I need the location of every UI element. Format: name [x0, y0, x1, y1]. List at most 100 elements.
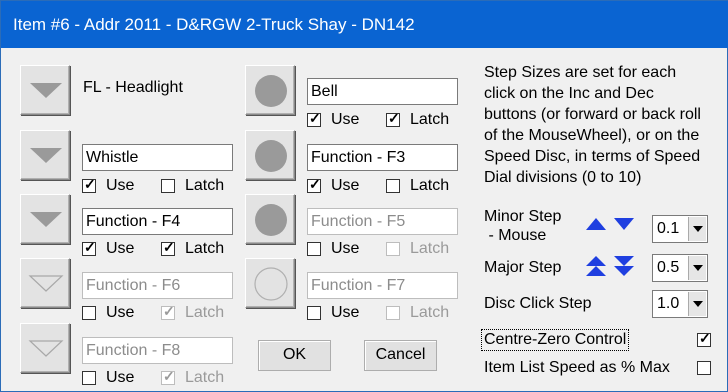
- chevron-down-icon: [693, 301, 703, 307]
- checkmark-icon: ✓: [84, 239, 96, 255]
- use-checkbox-f2[interactable]: ✓: [82, 176, 96, 193]
- chevron-down-icon: [693, 226, 703, 232]
- checkmark-icon: ✓: [309, 110, 321, 126]
- ok-button[interactable]: OK: [258, 340, 331, 371]
- major-step-value: 0.5: [657, 259, 680, 276]
- latch-checkbox-f7[interactable]: [386, 306, 400, 320]
- triangle-down-icon: [28, 275, 64, 292]
- step-sizes-description: Step Sizes are set for each click on the…: [484, 62, 701, 188]
- checkmark-icon: ✓: [309, 176, 321, 192]
- description-line: click on the Inc and Dec: [484, 85, 654, 102]
- use-checkbox-f4[interactable]: ✓: [82, 239, 96, 256]
- circle-icon: [255, 140, 287, 172]
- use-label-f3: Use: [331, 177, 360, 194]
- use-checkbox-f1[interactable]: ✓: [307, 110, 321, 127]
- function-name-field-f7[interactable]: Function - F7: [307, 272, 458, 299]
- triangle-down-icon: [30, 83, 62, 98]
- checkmark-icon: ✓: [699, 330, 711, 346]
- latch-label-f5: Latch: [410, 240, 450, 257]
- function-button-f8[interactable]: [20, 323, 70, 373]
- description-line: Step Sizes are set for each: [484, 64, 677, 81]
- double-arrow-up-icon: [586, 256, 606, 276]
- checkmark-icon: ✓: [163, 303, 175, 319]
- function-button-f3[interactable]: [245, 130, 295, 180]
- dropdown-button[interactable]: [688, 217, 706, 241]
- circle-icon: [255, 204, 287, 236]
- latch-label-f8: Latch: [185, 369, 225, 386]
- function-name-field-f3[interactable]: Function - F3: [307, 144, 458, 171]
- latch-label-f1: Latch: [410, 111, 450, 128]
- use-label-f1: Use: [331, 111, 360, 128]
- function-button-f5[interactable]: [245, 194, 295, 244]
- use-checkbox-f7[interactable]: [307, 306, 321, 320]
- use-label-f7: Use: [331, 304, 360, 321]
- latch-label-f4: Latch: [185, 240, 225, 257]
- latch-label-f7: Latch: [410, 304, 450, 321]
- cancel-button[interactable]: Cancel: [364, 340, 437, 371]
- function-button-f7[interactable]: [245, 258, 295, 308]
- arrow-down-icon: [614, 218, 634, 230]
- use-checkbox-f3[interactable]: ✓: [307, 176, 321, 193]
- latch-label-f3: Latch: [410, 177, 450, 194]
- major-step-select[interactable]: 0.5: [652, 254, 708, 282]
- latch-checkbox-f5[interactable]: [386, 242, 400, 256]
- centre-zero-control-label: Centre-Zero Control: [481, 329, 630, 351]
- double-arrow-down-icon: [614, 256, 634, 276]
- triangle-down-icon: [30, 148, 62, 163]
- latch-label-f2: Latch: [185, 177, 225, 194]
- minor-step-sublabel: - Mouse: [484, 227, 547, 244]
- item-list-speed-label: Item List Speed as % Max: [484, 359, 670, 376]
- latch-checkbox-f6[interactable]: ✓: [161, 303, 175, 320]
- dropdown-button[interactable]: [688, 292, 706, 316]
- checkmark-icon: ✓: [388, 110, 400, 126]
- triangle-down-icon: [28, 340, 64, 357]
- use-checkbox-f8[interactable]: [82, 371, 96, 385]
- disc-click-step-value: 1.0: [657, 295, 680, 312]
- arrow-up-icon: [586, 218, 606, 230]
- use-checkbox-f5[interactable]: [307, 242, 321, 256]
- latch-checkbox-f4[interactable]: ✓: [161, 239, 175, 256]
- latch-checkbox-f2[interactable]: [161, 179, 175, 193]
- checkmark-icon: ✓: [163, 239, 175, 255]
- function-name-field-f8[interactable]: Function - F8: [82, 337, 233, 364]
- function-button-f4[interactable]: [20, 194, 70, 244]
- function-label-f0: FL - Headlight: [83, 79, 183, 96]
- dropdown-button[interactable]: [688, 256, 706, 280]
- disc-click-step-label: Disc Click Step: [484, 295, 592, 312]
- minor-step-select[interactable]: 0.1: [652, 215, 708, 243]
- checkmark-icon: ✓: [163, 368, 175, 384]
- centre-zero-control-checkbox[interactable]: ✓: [697, 330, 711, 347]
- function-button-f1[interactable]: [245, 65, 295, 115]
- function-button-f2[interactable]: [20, 130, 70, 180]
- chevron-down-icon: [693, 265, 703, 271]
- use-label-f4: Use: [106, 240, 135, 257]
- function-name-field-f4[interactable]: Function - F4: [82, 208, 233, 235]
- circle-icon: [255, 75, 287, 107]
- use-label-f2: Use: [106, 177, 135, 194]
- major-step-label: Major Step: [484, 259, 562, 276]
- latch-checkbox-f3[interactable]: [386, 179, 400, 193]
- latch-checkbox-f1[interactable]: ✓: [386, 110, 400, 127]
- item-list-speed-checkbox[interactable]: [697, 361, 711, 375]
- function-name-field-f2[interactable]: Whistle: [82, 144, 233, 171]
- description-line: Dial divisions (0 to 10): [484, 169, 642, 186]
- function-button-f0[interactable]: [20, 65, 70, 115]
- function-name-field-f1[interactable]: Bell: [307, 78, 458, 105]
- use-label-f6: Use: [106, 304, 135, 321]
- function-name-field-f6[interactable]: Function - F6: [82, 272, 233, 299]
- disc-click-step-select[interactable]: 1.0: [652, 290, 708, 318]
- minor-step-label: Minor Step: [484, 208, 562, 225]
- minor-step-value: 0.1: [657, 220, 680, 237]
- circle-icon: [254, 267, 288, 301]
- function-name-field-f5[interactable]: Function - F5: [307, 208, 458, 235]
- triangle-down-icon: [30, 212, 62, 227]
- function-button-f6[interactable]: [20, 258, 70, 308]
- description-line: of the MouseWheel), or on the: [484, 127, 700, 144]
- description-line: buttons (or forward or back roll: [484, 106, 701, 123]
- latch-checkbox-f8[interactable]: ✓: [161, 368, 175, 385]
- description-line: Speed Disc, in terms of Speed: [484, 148, 701, 165]
- use-checkbox-f6[interactable]: [82, 306, 96, 320]
- use-label-f5: Use: [331, 240, 360, 257]
- latch-label-f6: Latch: [185, 304, 225, 321]
- title-bar: Item #6 - Addr 2011 - D&RGW 2-Truck Shay…: [1, 1, 728, 48]
